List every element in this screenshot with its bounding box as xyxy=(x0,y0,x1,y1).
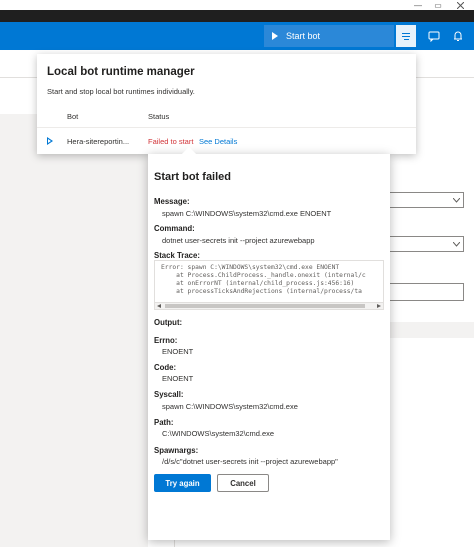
errno-value: ENOENT xyxy=(162,347,194,356)
path-value: C:\WINDOWS\system32\cmd.exe xyxy=(162,429,275,438)
chevron-down-icon xyxy=(453,198,460,203)
list-icon xyxy=(402,32,410,34)
stack-trace-label: Stack Trace: xyxy=(154,251,200,260)
play-icon xyxy=(272,32,278,40)
try-again-button[interactable]: Try again xyxy=(154,474,211,492)
scroll-left-icon[interactable] xyxy=(157,304,161,308)
start-bot-failed-callout: Start bot failed Message: spawn C:\WINDO… xyxy=(148,146,390,540)
cancel-button[interactable]: Cancel xyxy=(217,474,269,492)
header-divider xyxy=(37,127,416,128)
column-header-bot: Bot xyxy=(67,112,79,121)
bot-name: Hera-sitereportin... xyxy=(67,137,130,146)
command-label: Command: xyxy=(154,224,195,233)
close-icon xyxy=(456,1,464,9)
code-label: Code: xyxy=(154,363,177,372)
message-value: spawn C:\WINDOWS\system32\cmd.exe ENOENT xyxy=(162,209,332,218)
chat-icon[interactable] xyxy=(428,30,440,42)
background-left-panel xyxy=(0,114,148,547)
path-label: Path: xyxy=(154,418,174,427)
code-value: ENOENT xyxy=(162,374,194,383)
status-failed-text: Failed to start xyxy=(148,137,194,146)
scroll-right-icon[interactable] xyxy=(377,304,381,308)
column-header-status: Status xyxy=(148,112,170,121)
spawnargs-label: Spawnargs: xyxy=(154,446,199,455)
see-details-link[interactable]: See Details xyxy=(199,137,237,146)
start-bot-label: Start bot xyxy=(286,31,321,41)
window-titlebar: — ▭ xyxy=(0,0,474,10)
menu-strip xyxy=(0,10,474,22)
restore-button[interactable]: ▭ xyxy=(428,0,448,10)
background-dropdown-2[interactable] xyxy=(388,236,464,252)
errno-label: Errno: xyxy=(154,336,178,345)
start-bot-button[interactable]: Start bot xyxy=(264,25,394,47)
runtime-manager-panel: Local bot runtime manager Start and stop… xyxy=(37,54,416,154)
horizontal-scrollbar[interactable] xyxy=(155,302,383,309)
syscall-label: Syscall: xyxy=(154,390,184,399)
chevron-down-icon xyxy=(453,242,460,247)
runtime-manager-subtitle: Start and stop local bot runtimes indivi… xyxy=(47,87,195,96)
close-window-button[interactable] xyxy=(450,0,470,10)
background-text-field[interactable] xyxy=(388,283,464,301)
output-label: Output: xyxy=(154,318,183,327)
spawnargs-value: /d/s/c"dotnet user-secrets init --projec… xyxy=(162,457,338,466)
command-value: dotnet user-secrets init --project azure… xyxy=(162,236,315,245)
stack-trace-box[interactable]: Error: spawn C:\WINDOWS\system32\cmd.exe… xyxy=(154,260,384,310)
runtime-manager-button[interactable] xyxy=(396,25,416,47)
background-selected-row xyxy=(390,322,474,338)
error-title: Start bot failed xyxy=(154,171,232,183)
top-command-bar: Start bot xyxy=(0,22,474,50)
background-dropdown-1[interactable] xyxy=(388,192,464,208)
notification-bell-icon[interactable] xyxy=(452,30,464,42)
message-label: Message: xyxy=(154,197,190,206)
scroll-thumb[interactable] xyxy=(165,304,365,308)
minimize-button[interactable]: — xyxy=(408,0,428,10)
start-runtime-play-icon[interactable] xyxy=(47,137,53,145)
syscall-value: spawn C:\WINDOWS\system32\cmd.exe xyxy=(162,402,298,411)
stack-trace-text: Error: spawn C:\WINDOWS\system32\cmd.exe… xyxy=(161,264,366,295)
runtime-manager-title: Local bot runtime manager xyxy=(47,66,195,78)
